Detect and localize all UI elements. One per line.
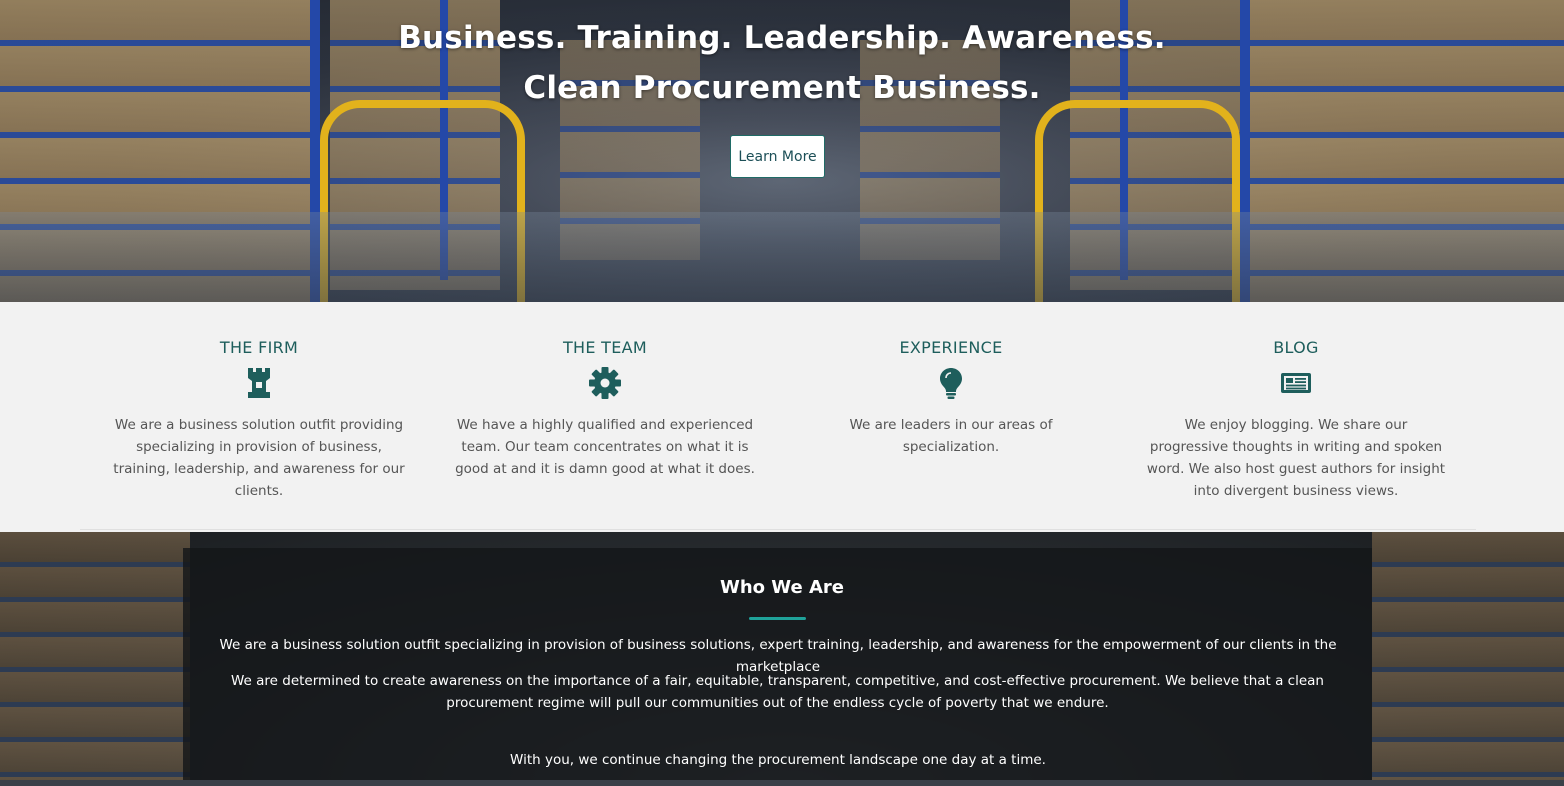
feature-title: THE TEAM	[562, 338, 648, 357]
feature-title: THE FIRM	[219, 338, 299, 357]
warehouse-rack-left-decor	[0, 532, 190, 786]
feature-description: We are a business solution outfit provid…	[113, 417, 405, 499]
who-we-are-section: Who We Are We are a business solution ou…	[0, 532, 1564, 786]
feature-title: BLOG	[1273, 338, 1319, 357]
feature-description: We enjoy blogging. We share our progress…	[1146, 417, 1446, 499]
lightbulb-icon	[940, 368, 962, 399]
warehouse-floor-decor	[0, 212, 1564, 302]
feature-title: EXPERIENCE	[899, 338, 1003, 357]
warehouse-rack-right-decor	[1372, 532, 1564, 786]
learn-more-button[interactable]: Learn More	[730, 135, 825, 178]
features-section: THE FIRM We are a business solution outf…	[0, 302, 1564, 532]
hero-title-line2: Clean Procurement Business.	[523, 70, 1041, 106]
feature-description: We have a highly qualified and experienc…	[455, 417, 755, 477]
section-divider	[80, 529, 1476, 530]
newspaper-icon	[1281, 373, 1311, 393]
hero-banner: Business. Training. Leadership. Awarenes…	[0, 0, 1564, 302]
rook-icon	[248, 368, 270, 398]
who-paragraph-2: We are determined to create awareness on…	[230, 673, 1324, 711]
who-we-are-heading: Who We Are	[719, 577, 844, 598]
bottom-border	[0, 780, 1564, 786]
heading-underline	[749, 617, 806, 620]
who-paragraph-3: With you, we continue changing the procu…	[510, 752, 1046, 768]
hero-title-line1: Business. Training. Leadership. Awarenes…	[398, 20, 1166, 56]
feature-description: We are leaders in our areas of specializ…	[849, 417, 1053, 455]
gear-icon	[589, 367, 621, 399]
